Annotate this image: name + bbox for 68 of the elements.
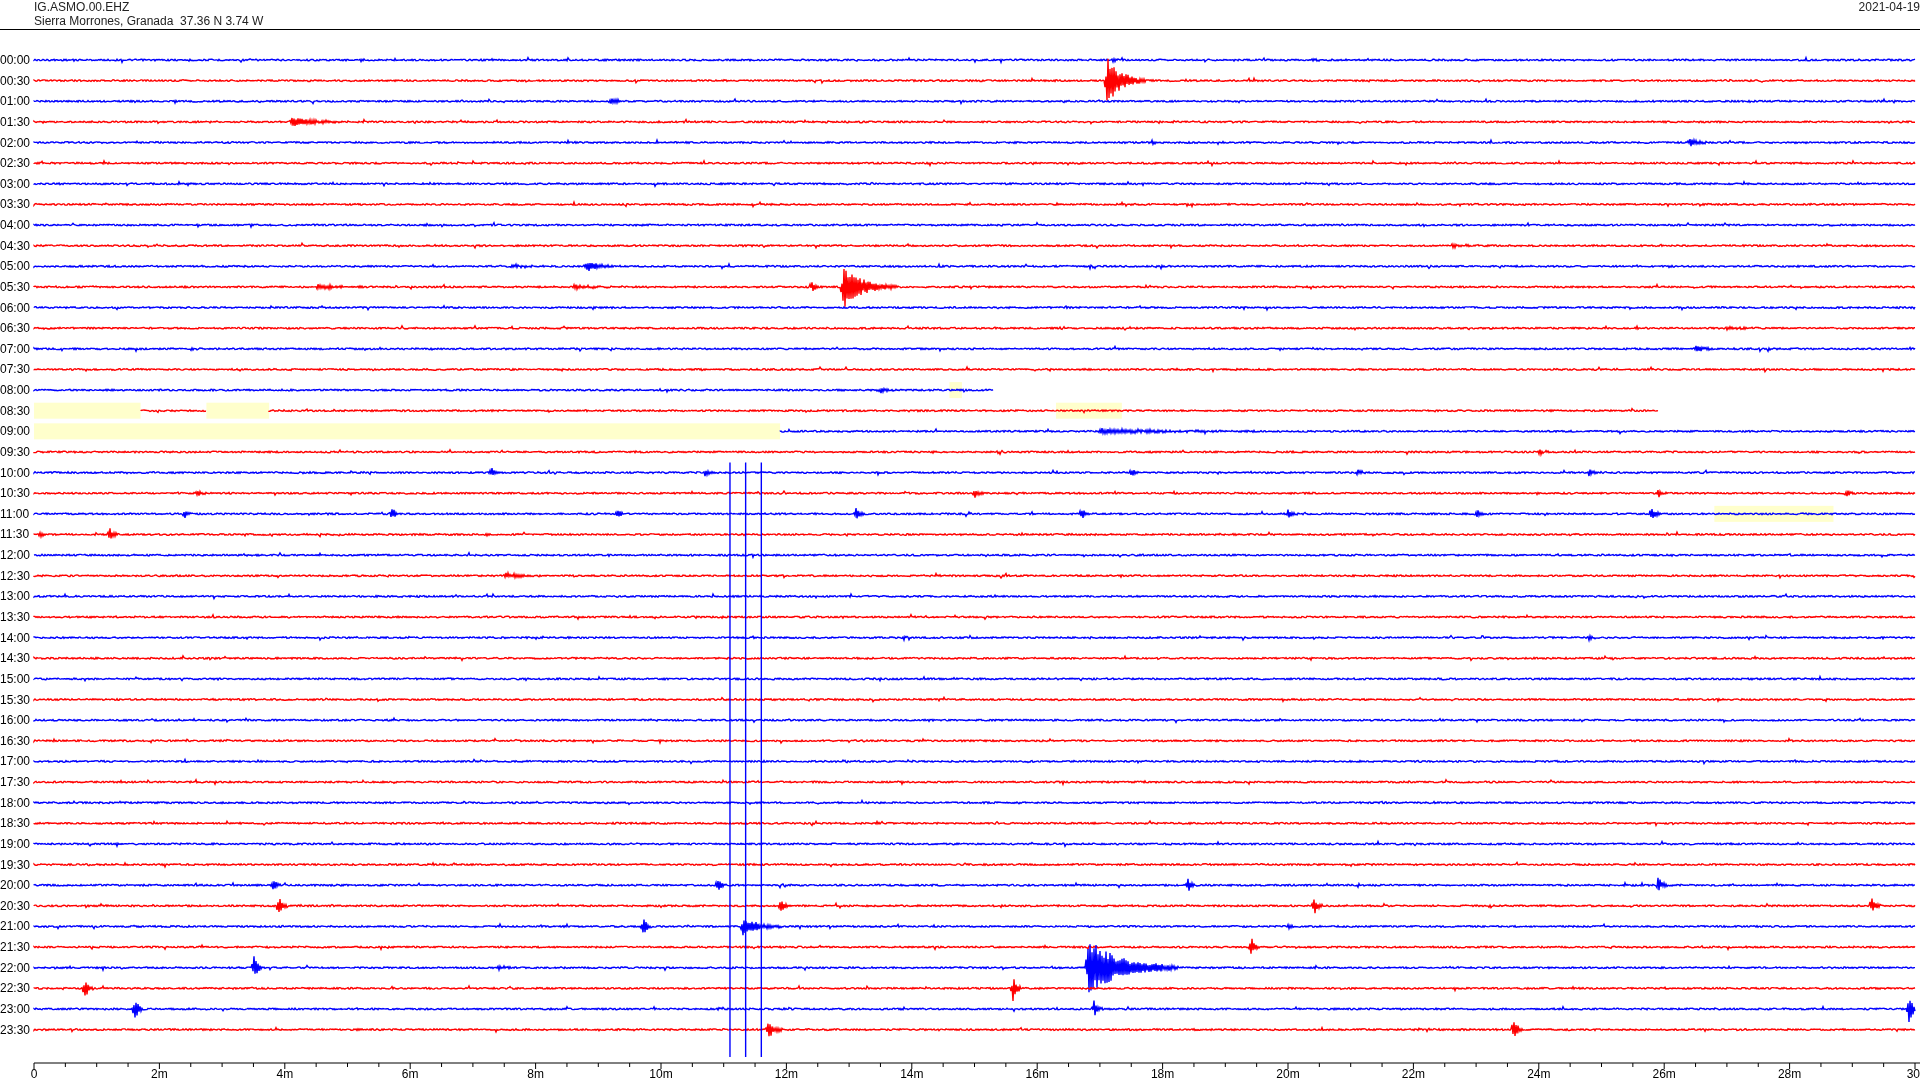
- hour-label: 10:30: [0, 486, 31, 501]
- hour-label: 19:30: [0, 857, 31, 872]
- hour-label: 03:30: [0, 197, 31, 212]
- hour-label: 05:30: [0, 279, 31, 294]
- hour-label: 03:00: [0, 176, 31, 191]
- hour-label: 11:00: [0, 506, 30, 521]
- hour-label: 10:00: [0, 465, 31, 480]
- date-label: 2021-04-19: [1858, 0, 1920, 14]
- hour-label: 18:00: [0, 795, 31, 810]
- hour-label: 23:30: [0, 1022, 31, 1037]
- hour-label: 07:00: [0, 341, 31, 356]
- hour-label: 05:00: [0, 259, 31, 274]
- hour-label: 16:30: [0, 733, 31, 748]
- hour-label: 01:00: [0, 94, 31, 109]
- hour-label: 16:00: [0, 713, 31, 728]
- hour-label: 09:30: [0, 444, 31, 459]
- hour-label: 14:30: [0, 651, 31, 666]
- station-location: Sierra Morrones, Granada 37.36 N 3.74 W: [34, 14, 264, 28]
- tick-label: 28m: [1777, 1067, 1802, 1079]
- hour-label: 15:30: [0, 692, 31, 707]
- hour-label: 23:00: [0, 1001, 31, 1016]
- tick-label: 18m: [1150, 1067, 1175, 1079]
- hour-label: 18:30: [0, 816, 31, 831]
- tick-label: 16m: [1025, 1067, 1049, 1079]
- hour-label: 00:30: [0, 73, 31, 88]
- hour-label: 20:00: [0, 878, 31, 893]
- tick-label: 30: [1906, 1067, 1920, 1079]
- hour-label: 20:30: [0, 898, 31, 913]
- hour-label: 01:30: [0, 114, 31, 129]
- tick-label: 6m: [401, 1067, 419, 1079]
- hour-label: 15:00: [0, 671, 31, 686]
- tick-label: 8m: [527, 1067, 544, 1079]
- tick-label: 14m: [900, 1067, 924, 1079]
- tick-label: 26m: [1652, 1067, 1676, 1079]
- station-code: IG.ASMO.00.EHZ: [34, 0, 130, 14]
- hour-label: 02:00: [0, 135, 31, 150]
- hour-label: 07:30: [0, 362, 31, 377]
- tick-label: 22m: [1401, 1067, 1426, 1079]
- hour-label: 11:30: [0, 527, 30, 542]
- tick-label: 20m: [1276, 1067, 1300, 1079]
- hour-label: 17:00: [0, 754, 31, 769]
- tick-label: 12m: [774, 1067, 799, 1079]
- hour-label: 19:00: [0, 836, 31, 851]
- hour-label: 22:30: [0, 981, 31, 996]
- hour-label: 08:00: [0, 383, 31, 398]
- tick-label: 2m: [151, 1067, 168, 1079]
- hour-label: 04:30: [0, 238, 31, 253]
- hour-label: 02:30: [0, 156, 31, 171]
- tick-label: 24m: [1527, 1067, 1551, 1079]
- hour-label: 06:00: [0, 300, 31, 315]
- tick-label: 4m: [276, 1067, 294, 1079]
- hour-label: 21:00: [0, 919, 31, 934]
- hour-label: 13:00: [0, 589, 31, 604]
- tick-label: 10m: [649, 1067, 673, 1079]
- hour-label: 13:30: [0, 610, 31, 624]
- hour-label: 09:00: [0, 424, 31, 439]
- tick-label: 0: [30, 1067, 38, 1079]
- data-gap: [206, 402, 270, 419]
- hour-label: 04:00: [0, 218, 31, 233]
- hour-label: 06:30: [0, 321, 31, 336]
- hour-label: 21:30: [0, 940, 31, 955]
- hour-label: 12:30: [0, 568, 31, 583]
- hour-label: 14:00: [0, 630, 31, 645]
- hour-label: 00:00: [0, 53, 31, 67]
- hour-label: 22:00: [0, 960, 31, 975]
- hour-label: 12:00: [0, 548, 31, 563]
- hour-label: 08:30: [0, 403, 31, 418]
- hour-label: 17:30: [0, 775, 31, 790]
